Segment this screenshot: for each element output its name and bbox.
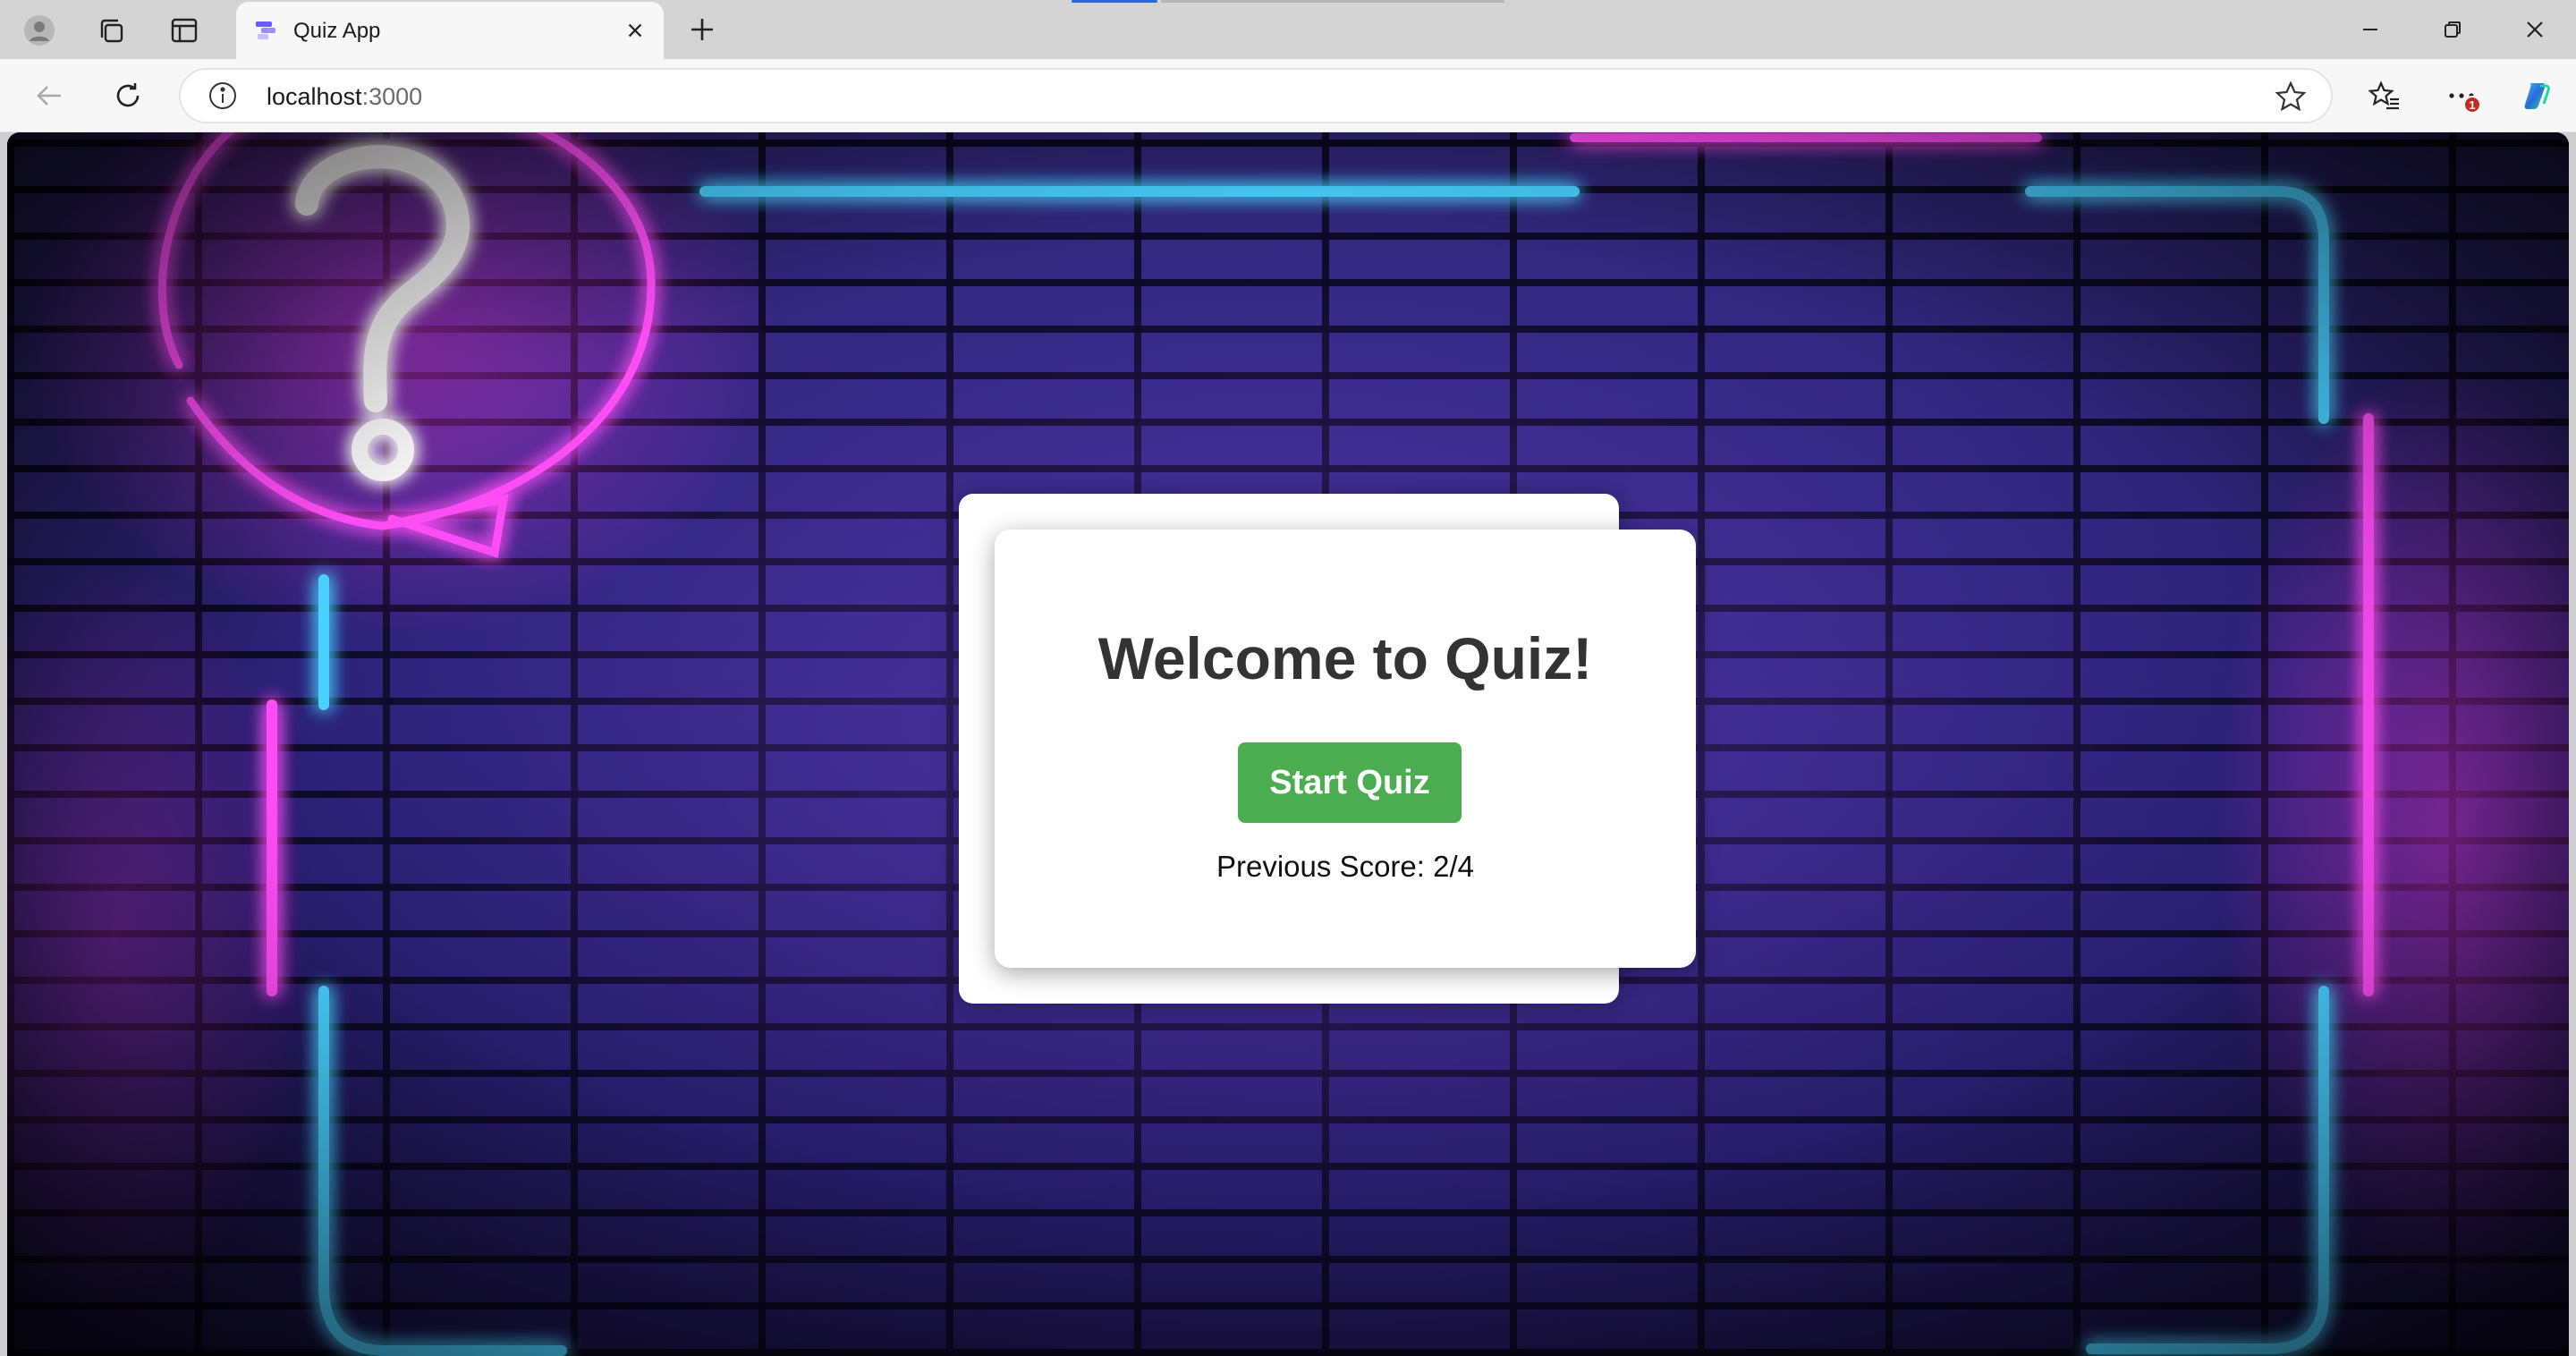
window-close-icon <box>2527 21 2543 38</box>
plus-icon <box>691 19 713 40</box>
minimize-icon <box>2363 29 2377 30</box>
close-icon[interactable] <box>619 14 651 47</box>
info-icon[interactable] <box>208 81 238 111</box>
tab-quiz-app[interactable]: Quiz App <box>236 2 664 59</box>
tab-strip: Quiz App <box>0 0 2576 59</box>
back-icon <box>37 86 61 106</box>
quiz-page-background: Welcome to Quiz! Start Quiz Previous Sco… <box>7 132 2569 1356</box>
address-bar[interactable]: localhost:3000 <box>179 68 2333 123</box>
copilot-button[interactable] <box>2513 72 2560 119</box>
favorite-star-icon[interactable] <box>2274 80 2308 114</box>
new-tab-button[interactable] <box>682 9 723 50</box>
page-title: Welcome to Quiz! <box>1097 625 1593 691</box>
start-quiz-button[interactable]: Start Quiz <box>1238 742 1462 823</box>
copilot-icon <box>2524 83 2550 109</box>
url-port: :3000 <box>361 83 423 110</box>
restore-icon <box>2445 21 2461 38</box>
url-text[interactable]: localhost:3000 <box>267 83 422 111</box>
quiz-app-favicon <box>256 21 275 39</box>
favorites-button[interactable] <box>2361 72 2408 119</box>
tab-activity-indicator-secondary <box>1161 0 1504 3</box>
refresh-icon <box>116 83 140 107</box>
minimize-button[interactable] <box>2329 0 2411 59</box>
tab-actions-icon[interactable] <box>161 7 208 54</box>
workspaces-icon[interactable] <box>88 7 134 54</box>
tab-activity-indicator <box>1072 0 1157 3</box>
window-close-button[interactable] <box>2494 0 2576 59</box>
welcome-card: Welcome to Quiz! Start Quiz Previous Sco… <box>995 530 1696 968</box>
more-button[interactable]: 1 <box>2438 72 2485 119</box>
refresh-button[interactable] <box>106 73 150 118</box>
restore-button[interactable] <box>2411 0 2494 59</box>
tab-title: Quiz App <box>293 19 381 43</box>
back-button[interactable] <box>27 73 72 118</box>
notification-badge: 1 <box>2463 96 2481 114</box>
previous-score-text: Previous Score: 2/4 <box>1216 850 1474 883</box>
favorites-icon <box>2368 81 2399 110</box>
browser-toolbar: localhost:3000 1 <box>0 59 2576 132</box>
url-host: localhost <box>267 83 362 110</box>
profile-icon[interactable] <box>16 7 63 54</box>
